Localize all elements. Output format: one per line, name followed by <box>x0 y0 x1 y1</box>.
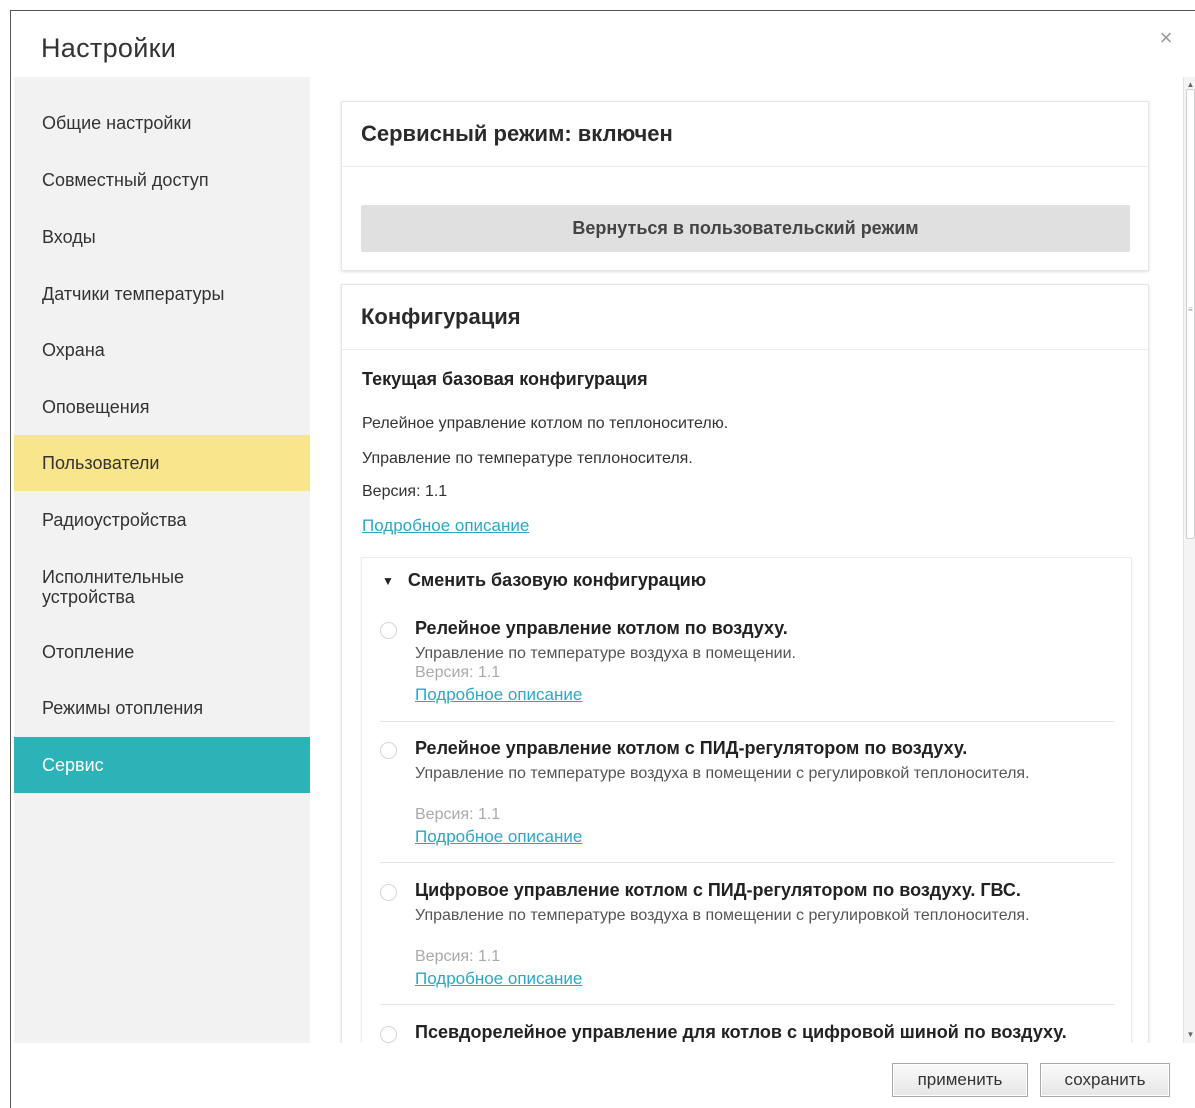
configuration-title: Конфигурация <box>342 285 1148 350</box>
current-config-heading: Текущая базовая конфигурация <box>362 369 648 389</box>
option-version: Версия: 1.1 <box>415 948 501 965</box>
option-divider <box>380 721 1114 722</box>
sidebar-item-general[interactable]: Общие настройки <box>14 95 310 151</box>
sidebar-item-notifications[interactable]: Оповещения <box>14 379 310 435</box>
option-version: Версия: 1.1 <box>415 806 501 823</box>
sidebar-item-actuators[interactable]: Исполнительные устройства <box>14 557 310 617</box>
option-desc: Управление по температуре воздуха в поме… <box>415 765 1030 782</box>
option-title: Релейное управление котлом по воздуху. <box>415 618 788 638</box>
grip-icon: ≡ <box>1188 305 1193 314</box>
current-config-version: Версия: 1.1 <box>362 483 448 500</box>
option-link[interactable]: Подробное описание <box>415 827 582 847</box>
caret-down-icon: ▼ <box>382 573 394 588</box>
scroll-down-icon[interactable]: ▼ <box>1184 1027 1195 1043</box>
apply-button[interactable]: применить <box>892 1063 1028 1097</box>
current-config-name: Релейное управление котлом по теплоносит… <box>362 415 729 432</box>
option-link[interactable]: Подробное описание <box>415 969 582 989</box>
dialog-title: Настройки <box>41 33 177 63</box>
option-desc: Управление по температуре воздуха в поме… <box>415 907 1030 924</box>
option-divider <box>380 1004 1114 1005</box>
option-radio[interactable] <box>380 1026 397 1043</box>
change-config-toggle[interactable]: ▼ Сменить базовую конфигурацию <box>382 570 706 591</box>
sidebar-item-label: Исполнительные устройства <box>42 567 185 607</box>
main-content: Сервисный режим: включен Вернуться в пол… <box>311 77 1183 1043</box>
change-config-panel: ▼ Сменить базовую конфигурацию Релейное … <box>361 557 1132 1043</box>
return-user-mode-button[interactable]: Вернуться в пользовательский режим <box>361 205 1130 252</box>
configuration-card: Конфигурация Текущая базовая конфигураци… <box>341 284 1149 1043</box>
config-option: Релейное управление котлом с ПИД-регулят… <box>380 738 1114 858</box>
service-mode-title: Сервисный режим: включен <box>342 102 1148 167</box>
option-title: Цифровое управление котлом с ПИД-регулят… <box>415 880 1021 900</box>
current-config-desc: Управление по температуре теплоносителя. <box>362 450 693 467</box>
current-config-link[interactable]: Подробное описание <box>362 516 529 536</box>
sidebar-item-security[interactable]: Охрана <box>14 322 310 378</box>
service-mode-card: Сервисный режим: включен Вернуться в пол… <box>341 101 1149 271</box>
sidebar-item-radio-devices[interactable]: Радиоустройства <box>14 492 310 548</box>
scroll-thumb[interactable]: ≡ <box>1186 89 1195 539</box>
option-desc: Управление по температуре воздуха в поме… <box>415 645 796 662</box>
option-title: Псевдорелейное управление для котлов с ц… <box>415 1022 1067 1042</box>
sidebar-item-sharing[interactable]: Совместный доступ <box>14 152 310 208</box>
sidebar: Общие настройки Совместный доступ Входы … <box>14 77 310 1043</box>
option-version: Версия: 1.1 <box>415 664 501 681</box>
sidebar-item-users[interactable]: Пользователи <box>14 435 310 491</box>
option-radio[interactable] <box>380 622 397 639</box>
sidebar-item-inputs[interactable]: Входы <box>14 209 310 265</box>
option-radio[interactable] <box>380 742 397 759</box>
sidebar-item-service[interactable]: Сервис <box>14 737 310 793</box>
option-title: Релейное управление котлом с ПИД-регулят… <box>415 738 968 758</box>
config-option: Псевдорелейное управление для котлов с ц… <box>380 1022 1114 1043</box>
option-divider <box>380 862 1114 863</box>
option-link[interactable]: Подробное описание <box>415 685 582 705</box>
sidebar-item-heating-modes[interactable]: Режимы отопления <box>14 680 310 736</box>
config-option: Цифровое управление котлом с ПИД-регулят… <box>380 880 1114 1000</box>
option-radio[interactable] <box>380 884 397 901</box>
close-icon[interactable]: × <box>1155 27 1177 49</box>
sidebar-item-temp-sensors[interactable]: Датчики температуры <box>14 266 310 322</box>
main-scrollbar[interactable]: ▲ ≡ ▼ <box>1183 77 1195 1043</box>
config-option: Релейное управление котлом по воздуху. У… <box>380 618 1114 718</box>
settings-dialog: Настройки × Общие настройки Совместный д… <box>10 10 1195 1108</box>
change-config-heading: Сменить базовую конфигурацию <box>407 570 707 590</box>
sidebar-item-heating[interactable]: Отопление <box>14 624 310 680</box>
save-button[interactable]: сохранить <box>1040 1063 1170 1097</box>
